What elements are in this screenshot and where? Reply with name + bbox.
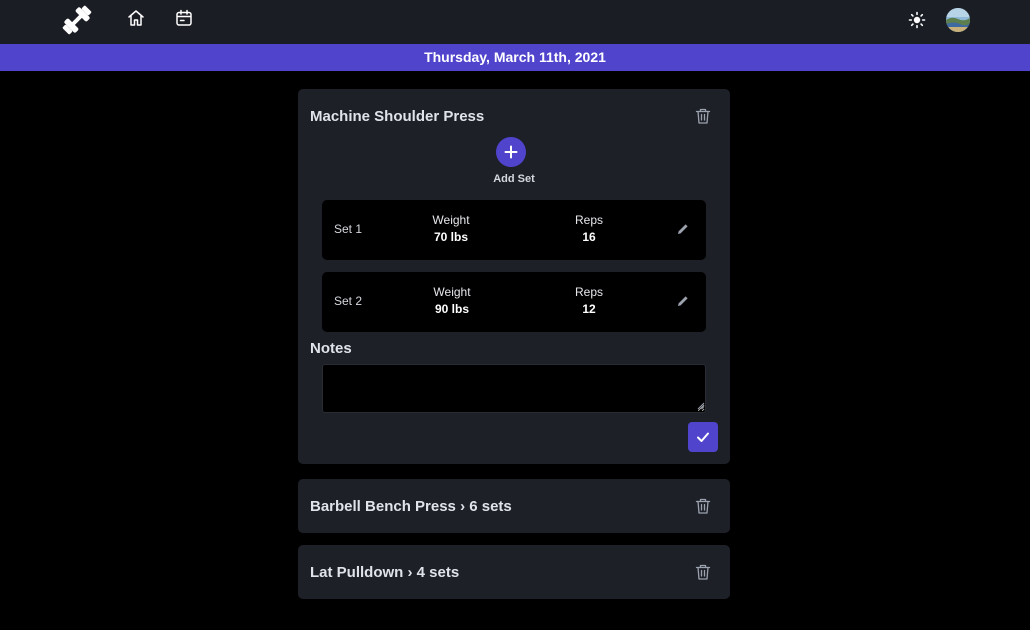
reps-column: Reps 16 bbox=[544, 213, 634, 246]
set-row: Set 2 Weight 90 lbs Reps 12 bbox=[322, 272, 706, 332]
exercise-card-collapsed[interactable]: Barbell Bench Press › 6 sets bbox=[298, 479, 730, 533]
dumbbell-icon[interactable] bbox=[60, 4, 94, 36]
home-icon[interactable] bbox=[126, 8, 146, 28]
reps-column: Reps 12 bbox=[544, 285, 634, 318]
plus-icon bbox=[504, 145, 518, 159]
weight-column: Weight 70 lbs bbox=[406, 213, 496, 246]
set-row: Set 1 Weight 70 lbs Reps 16 bbox=[322, 200, 706, 260]
add-set-label: Add Set bbox=[493, 173, 535, 185]
exercise-title[interactable]: Barbell Bench Press › 6 sets bbox=[310, 498, 512, 515]
trash-icon[interactable] bbox=[694, 107, 712, 125]
weight-label: Weight bbox=[433, 285, 471, 299]
set-name: Set 1 bbox=[334, 222, 363, 236]
notes-textarea[interactable] bbox=[322, 364, 706, 413]
reps-label: Reps bbox=[574, 213, 603, 227]
date-banner: Thursday, March 11th, 2021 bbox=[0, 44, 1030, 71]
weight-column: Weight 90 lbs bbox=[407, 285, 497, 318]
weight-label: Weight bbox=[432, 213, 470, 227]
save-notes-button[interactable] bbox=[688, 422, 718, 452]
pencil-icon[interactable] bbox=[676, 294, 690, 308]
top-navbar bbox=[0, 0, 1030, 44]
exercise-card-collapsed[interactable]: Lat Pulldown › 4 sets bbox=[298, 545, 730, 599]
weight-value: 90 lbs bbox=[434, 302, 470, 316]
reps-label: Reps bbox=[574, 285, 603, 299]
sun-icon[interactable] bbox=[908, 11, 926, 29]
exercise-card-expanded: Machine Shoulder Press Add Set Set 1 Wei… bbox=[298, 89, 730, 464]
exercise-title[interactable]: Machine Shoulder Press bbox=[310, 108, 484, 125]
add-set-button[interactable] bbox=[496, 137, 526, 167]
user-avatar[interactable] bbox=[946, 8, 970, 32]
exercise-title[interactable]: Lat Pulldown › 4 sets bbox=[310, 564, 459, 581]
reps-value: 12 bbox=[582, 302, 596, 316]
trash-icon[interactable] bbox=[694, 497, 712, 515]
reps-value: 16 bbox=[582, 230, 596, 244]
resize-grip-icon[interactable] bbox=[697, 402, 705, 410]
notes-heading: Notes bbox=[310, 340, 352, 357]
weight-value: 70 lbs bbox=[433, 230, 469, 244]
pencil-icon[interactable] bbox=[676, 222, 690, 236]
trash-icon[interactable] bbox=[694, 563, 712, 581]
check-icon bbox=[697, 432, 709, 442]
calendar-icon[interactable] bbox=[174, 8, 194, 28]
set-name: Set 2 bbox=[334, 294, 363, 308]
